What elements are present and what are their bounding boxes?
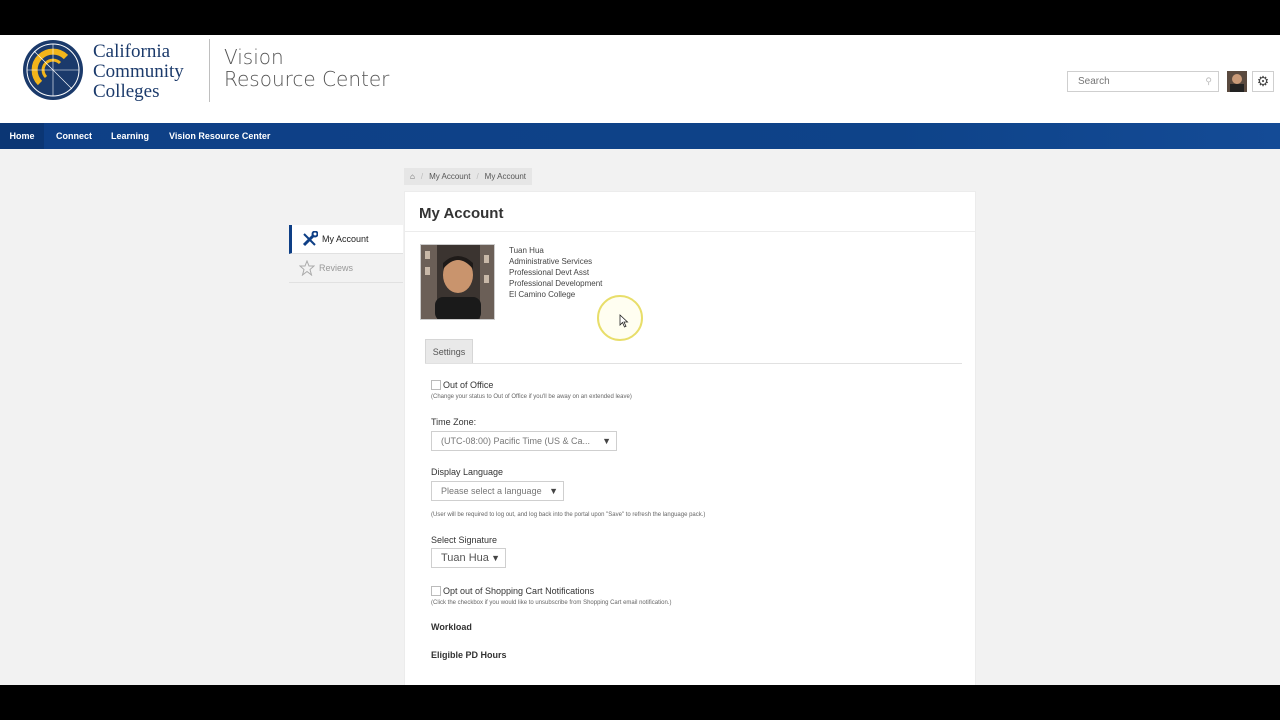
home-icon[interactable]: ⌂ [404,168,421,185]
chevron-down-icon: ▼ [549,486,558,496]
display-language-select[interactable]: Please select a language ▼ [431,481,564,501]
tab-divider [425,363,962,364]
opt-out-label: Opt out of Shopping Cart Notifications [443,586,595,596]
sidebar-item-label: Reviews [319,263,354,273]
nav-learning[interactable]: Learning [111,123,149,149]
tab-settings[interactable]: Settings [425,339,473,363]
breadcrumb-my-account-link[interactable]: My Account [423,168,476,185]
signature-label: Select Signature [431,535,498,545]
sidebar-item-reviews[interactable]: Reviews [289,254,403,283]
profile-name: Tuan Hua [509,246,544,255]
profile-photo-icon [421,245,494,319]
nav-home[interactable]: Home [0,123,44,149]
user-avatar[interactable] [1227,71,1247,92]
avatar-photo-icon [1227,71,1247,92]
profile-division: Administrative Services [509,257,593,266]
search-input[interactable] [1078,76,1188,87]
eligible-pd-hours-label: Eligible PD Hours [431,650,507,660]
signature-select[interactable]: Tuan Hua ▼ [431,548,506,568]
mouse-cursor-icon [619,314,629,328]
browser-viewport: California Community Colleges Vision Res… [0,35,1280,685]
site-header: California Community Colleges Vision Res… [0,35,1280,123]
wrench-screwdriver-icon [302,231,318,247]
profile-college: El Camino College [509,290,576,299]
main-nav: Home Connect Learning Vision Resource Ce… [0,123,1280,149]
time-zone-value: (UTC-08:00) Pacific Time (US & Ca... [441,436,591,446]
sidebar-item-label: My Account [322,234,369,244]
divider [405,231,975,232]
nav-vision-resource-center[interactable]: Vision Resource Center [169,123,270,149]
opt-out-hint: (Click the checkbox if you would like to… [431,600,672,606]
out-of-office-label: Out of Office [443,380,494,390]
site-title-line2: Resource Center [224,67,390,91]
ccc-seal-logo[interactable] [22,39,84,101]
display-language-value: Please select a language [441,486,542,496]
search-icon[interactable]: ⚲ [1205,76,1212,87]
org-name-line1: California [93,41,171,62]
account-panel: My Account Tuan Hua Administrative Servi… [404,191,976,685]
signature-value: Tuan Hua [441,552,489,564]
sidebar: My Account Reviews [289,225,403,283]
profile-title: Professional Devt Asst [509,268,590,277]
org-name-line2: Community [93,61,184,82]
out-of-office-hint: (Change your status to Out of Office if … [431,394,632,400]
time-zone-label: Time Zone: [431,417,477,427]
display-language-label: Display Language [431,467,504,477]
org-name-line3: Colleges [93,81,160,102]
profile-info: Tuan Hua Administrative Services Profess… [509,245,602,300]
search-box[interactable]: ⚲ [1067,71,1219,92]
sidebar-item-my-account[interactable]: My Account [289,225,403,254]
out-of-office-checkbox[interactable] [431,380,441,390]
workload-label: Workload [431,622,472,632]
breadcrumb-current: My Account [484,172,527,181]
logo-divider [209,39,210,102]
display-language-hint: (User will be required to log out, and l… [431,512,706,518]
star-icon [299,260,315,276]
site-title-line1: Vision [224,45,284,69]
profile-department: Professional Development [509,279,603,288]
chevron-down-icon: ▼ [602,436,611,446]
breadcrumb: ⌂ / My Account / My Account [404,168,533,185]
gear-icon[interactable]: ⚙ [1252,71,1274,92]
time-zone-select[interactable]: (UTC-08:00) Pacific Time (US & Ca... ▼ [431,431,617,451]
site-title: Vision Resource Center [224,46,389,90]
chevron-down-icon: ▼ [491,553,500,563]
page-title: My Account [419,205,504,222]
org-name[interactable]: California Community Colleges [93,42,184,102]
opt-out-checkbox[interactable] [431,586,441,596]
nav-connect[interactable]: Connect [56,123,92,149]
profile-photo[interactable] [420,244,495,320]
